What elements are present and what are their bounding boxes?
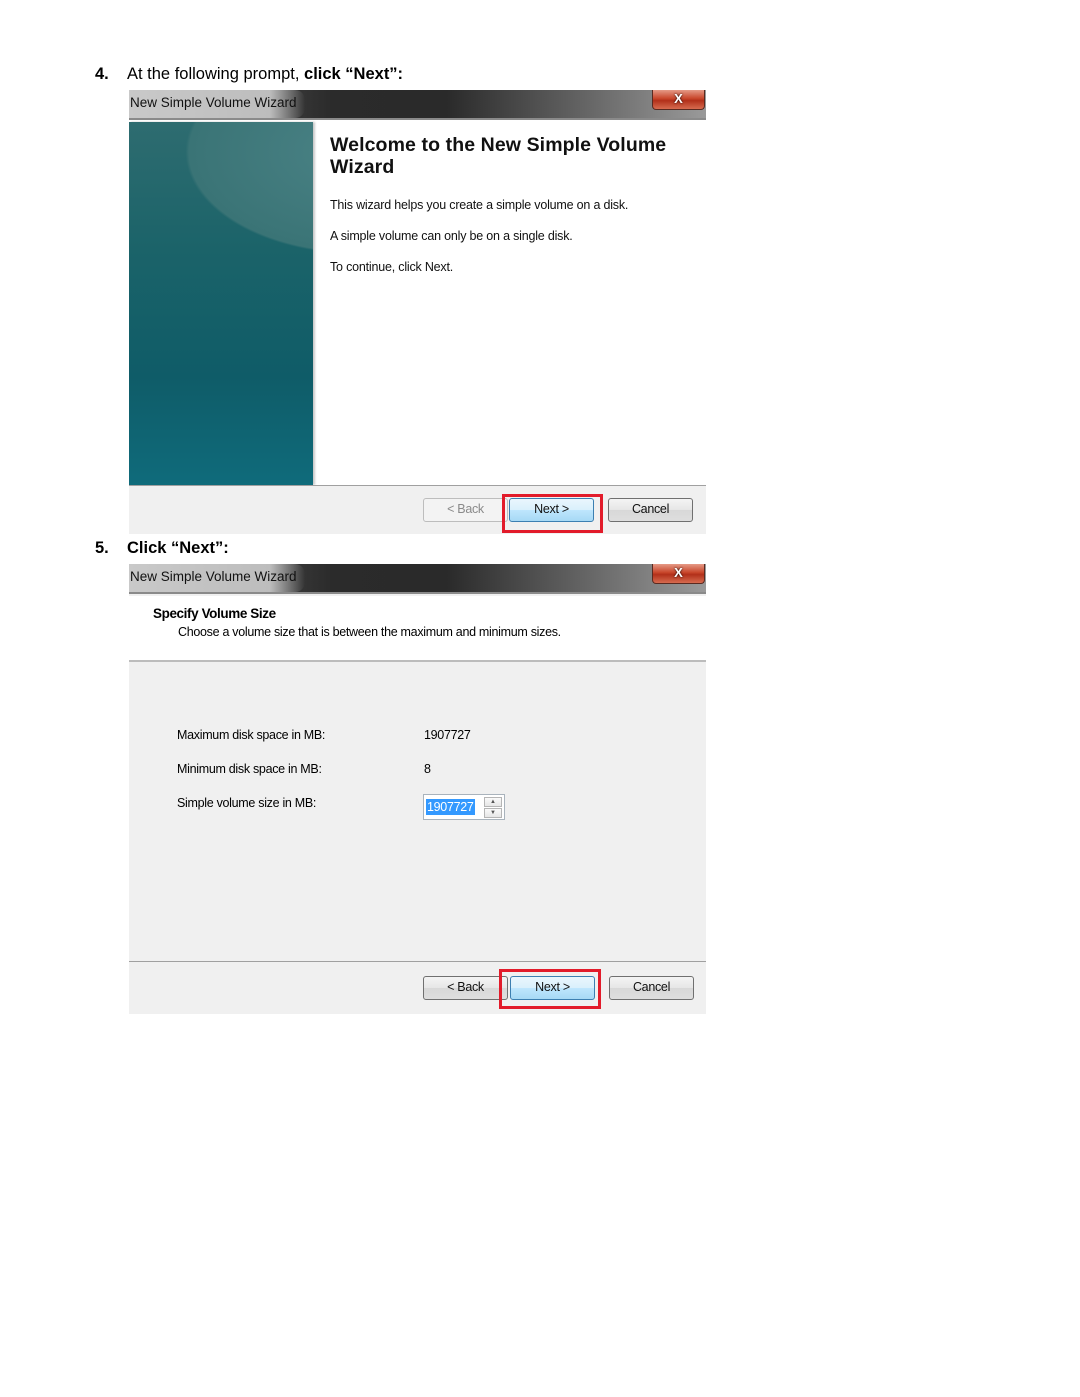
welcome-content: Welcome to the New Simple Volume Wizard …: [330, 134, 690, 291]
back-button[interactable]: < Back: [423, 976, 508, 1000]
cancel-button[interactable]: Cancel: [609, 976, 694, 1000]
back-button[interactable]: < Back: [423, 498, 508, 522]
next-button-highlight: [502, 494, 603, 533]
arrow-down-icon: ▼: [490, 810, 496, 816]
close-icon: X: [674, 565, 683, 580]
step-text-bold: click “Next”:: [304, 65, 404, 83]
volume-size-spinner[interactable]: 1907727 ▲ ▼: [423, 794, 505, 820]
wizard-dialog-volume-size: New Simple Volume Wizard X Specify Volum…: [129, 564, 706, 1014]
wizard-side-banner: [129, 122, 313, 485]
spinner-down-button[interactable]: ▼: [484, 808, 502, 818]
min-space-value: 8: [424, 762, 431, 776]
close-button[interactable]: X: [652, 564, 705, 584]
step-4-instruction: 4. At the following prompt, click “Next”:: [95, 65, 403, 84]
step-5-instruction: 5. Click “Next”:: [95, 539, 229, 558]
max-space-label: Maximum disk space in MB:: [177, 728, 326, 742]
min-space-label: Minimum disk space in MB:: [177, 762, 322, 776]
close-icon: X: [674, 91, 683, 106]
dialog-footer: < Back Next > Cancel: [129, 961, 706, 1014]
welcome-paragraph: A simple volume can only be on a single …: [330, 229, 573, 243]
welcome-paragraph: This wizard helps you create a simple vo…: [330, 198, 629, 212]
volume-size-label: Simple volume size in MB:: [177, 796, 317, 810]
step-text-bold: Click “Next”:: [127, 539, 229, 557]
step-text: At the following prompt,: [127, 65, 305, 83]
max-space-value: 1907727: [424, 728, 471, 742]
title-bar[interactable]: New Simple Volume Wizard X: [129, 564, 706, 594]
welcome-paragraph: To continue, click Next.: [330, 260, 454, 274]
volume-size-input[interactable]: 1907727: [426, 799, 475, 815]
wizard-dialog-welcome: New Simple Volume Wizard X Welcome to th…: [129, 90, 706, 534]
page-subtitle: Choose a volume size that is between the…: [178, 625, 561, 639]
page-title: Specify Volume Size: [153, 606, 276, 621]
step-number: 5.: [95, 539, 109, 557]
title-bar[interactable]: New Simple Volume Wizard X: [129, 90, 706, 120]
close-button[interactable]: X: [652, 90, 705, 110]
cancel-button[interactable]: Cancel: [608, 498, 693, 522]
window-title: New Simple Volume Wizard: [129, 90, 305, 118]
welcome-heading: Welcome to the New Simple Volume Wizard: [330, 134, 667, 178]
next-button-highlight: [499, 969, 601, 1009]
window-title: New Simple Volume Wizard: [129, 564, 305, 592]
dialog-footer: < Back Next > Cancel: [129, 485, 706, 534]
spinner-up-button[interactable]: ▲: [484, 797, 502, 807]
step-number: 4.: [95, 65, 109, 83]
wizard-header: Specify Volume Size Choose a volume size…: [129, 596, 706, 662]
arrow-up-icon: ▲: [490, 799, 496, 805]
